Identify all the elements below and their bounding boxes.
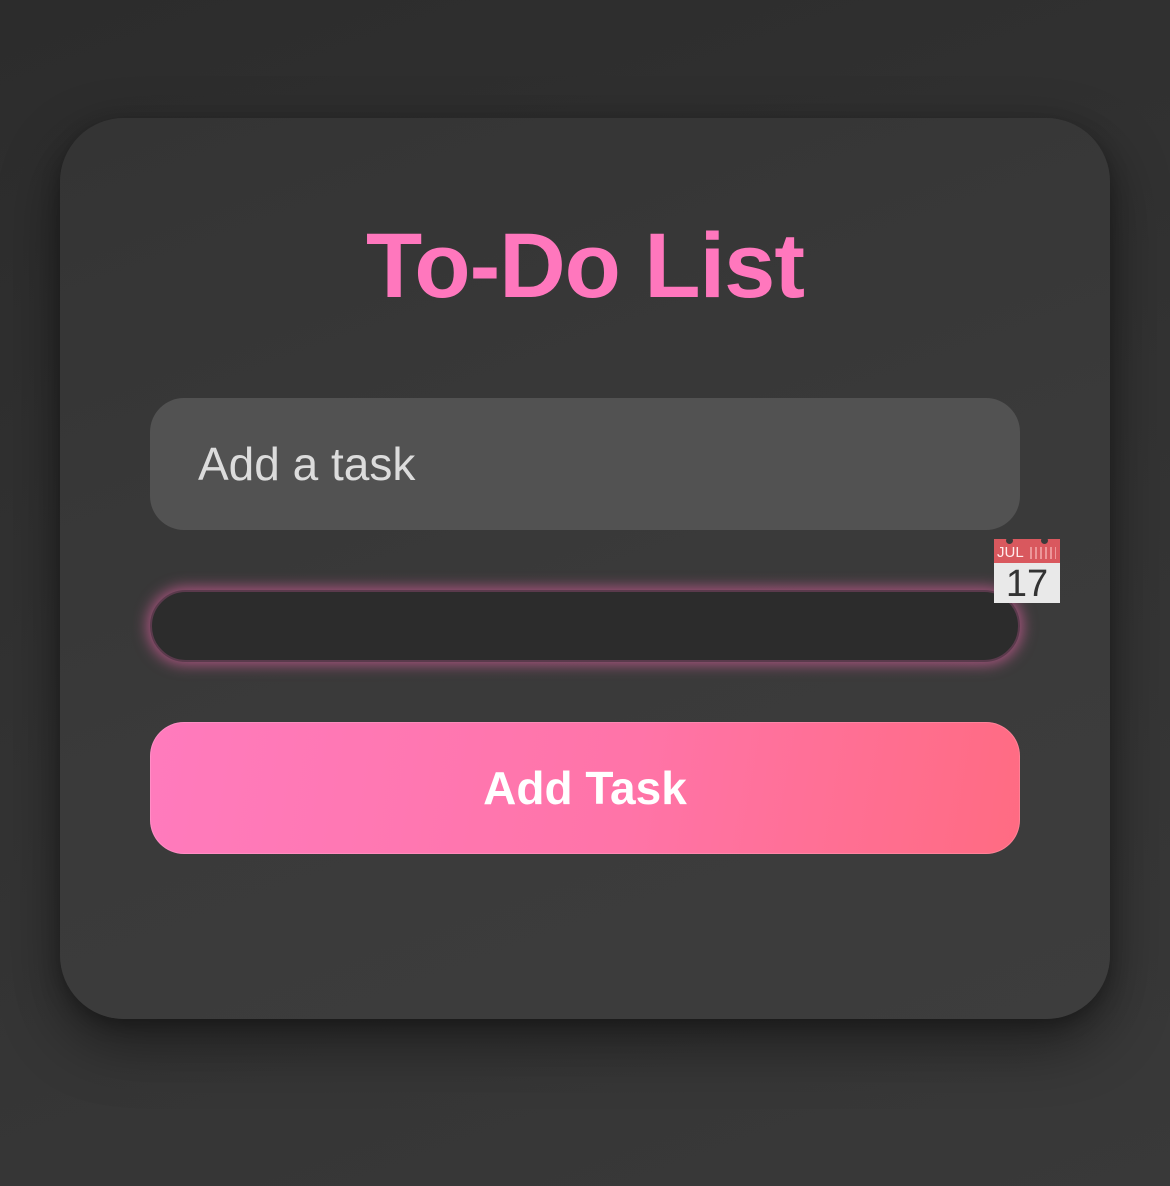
- calendar-icon-header: JUL: [994, 539, 1060, 563]
- add-task-button[interactable]: Add Task: [150, 722, 1020, 854]
- date-input[interactable]: [150, 590, 1020, 662]
- task-input[interactable]: [150, 398, 1020, 530]
- calendar-icon-day: 17: [994, 563, 1060, 605]
- calendar-icon-lines: [1030, 547, 1056, 559]
- calendar-icon[interactable]: JUL 17: [994, 537, 1060, 605]
- calendar-ring-left: [1006, 537, 1013, 544]
- calendar-icon-month: JUL: [997, 544, 1024, 561]
- calendar-ring-right: [1041, 537, 1048, 544]
- page-title: To-Do List: [366, 215, 805, 317]
